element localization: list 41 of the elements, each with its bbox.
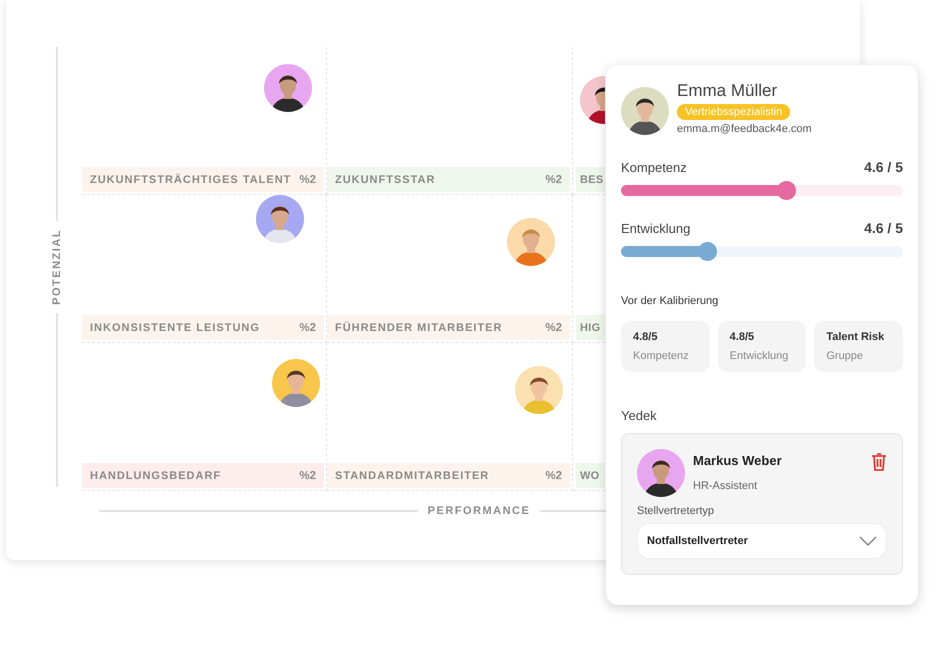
trash-icon xyxy=(871,453,887,471)
person-name: Emma Müller xyxy=(677,81,778,101)
dropdown-field[interactable]: Notfallstellvertreter xyxy=(637,523,887,559)
stat-label: Gruppe xyxy=(826,350,864,362)
category-name: WO xyxy=(580,470,600,482)
category-name: STANDARDMITARBEITER xyxy=(335,470,490,482)
chevron-icon xyxy=(859,536,877,546)
axis-label: POTENZIAL xyxy=(51,229,63,305)
stat-value: 4.8/5 xyxy=(633,331,658,343)
category-share: %2 xyxy=(545,174,562,186)
slider-value: 4.6 / 5 xyxy=(864,159,903,175)
person-name: Markus Weber xyxy=(693,453,783,468)
slider-handle[interactable] xyxy=(698,242,718,261)
stat-value: Talent Risk xyxy=(826,331,886,343)
category-share: %2 xyxy=(299,322,316,334)
category-share: %2 xyxy=(545,322,562,334)
slider-label: Kompetenz xyxy=(621,160,687,175)
stat-label: Entwicklung xyxy=(730,350,790,362)
category-name: BES xyxy=(580,174,604,186)
person-role: HR-Assistent xyxy=(693,480,758,492)
section-title: Vor der Kalibrierung xyxy=(621,295,720,307)
slider-value: 4.6 / 5 xyxy=(864,220,903,236)
category-name: ZUKUNFTSTRÄCHTIGES TALENT xyxy=(90,174,292,186)
section-title: Yedek xyxy=(621,408,658,423)
category-share: %2 xyxy=(299,174,316,186)
role-badge: Vertriebsspezialistin xyxy=(677,104,790,120)
category-name: INKONSISTENTE LEISTUNG xyxy=(90,322,260,334)
category-name: ZUKUNFTSSTAR xyxy=(335,174,436,186)
category-share: %2 xyxy=(299,470,316,482)
stat-value: 4.8/5 xyxy=(730,331,756,343)
slider-handle[interactable] xyxy=(777,181,796,200)
stat-label: Kompetenz xyxy=(633,350,690,362)
category-share: %2 xyxy=(545,470,562,482)
slider-label: Entwicklung xyxy=(621,221,690,236)
category-name: HIG xyxy=(580,322,600,334)
category-name: HANDLUNGSBEDARF xyxy=(90,470,222,482)
email-text: emma.m@feedback4e.com xyxy=(677,123,812,135)
category-name: FÜHRENDER MITARBEITER xyxy=(335,322,502,334)
axis-label: PERFORMANCE xyxy=(428,505,530,517)
field-label: Stellvertretertyp xyxy=(637,505,716,517)
delete-button[interactable] xyxy=(871,453,887,471)
